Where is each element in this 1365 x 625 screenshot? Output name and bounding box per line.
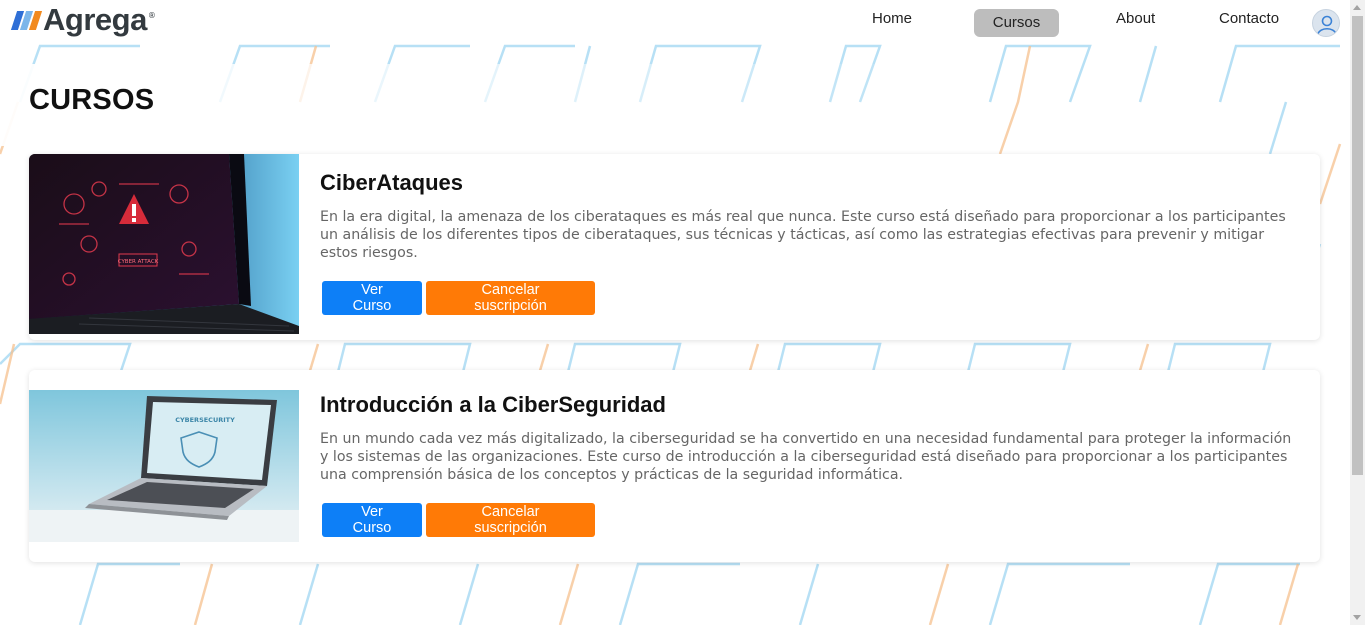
nav-about[interactable]: About [1098,9,1173,37]
course-description: En un mundo cada vez más digitalizado, l… [320,431,1292,483]
course-actions: Ver Curso Cancelar suscripción [322,503,595,537]
course-title: Introducción a la CiberSeguridad [320,392,666,417]
course-description: En la era digital, la amenaza de los cib… [320,209,1286,261]
nav-contacto[interactable]: Contacto [1201,9,1297,37]
cancel-subscription-button[interactable]: Cancelar suscripción [426,281,595,315]
course-card: CYBER ATTACK CiberAtaques En la era digi… [29,154,1320,340]
cybersecurity-label: CYBERSECURITY [175,416,235,424]
user-avatar-icon[interactable] [1312,9,1340,37]
scroll-down-icon[interactable] [1353,615,1361,620]
course-image-cyberattack: CYBER ATTACK [29,154,299,334]
course-card: CYBERSECURITY Introducción a la CiberSeg… [29,370,1320,562]
page-title: CURSOS [29,84,155,116]
scroll-up-icon[interactable] [1353,5,1361,10]
course-actions: Ver Curso Cancelar suscripción [322,281,595,315]
view-course-button[interactable]: Ver Curso [322,281,422,315]
page-scrollbar[interactable] [1350,0,1365,625]
course-card-body: CiberAtaques En la era digital, la amena… [320,170,1304,262]
registered-mark: ® [147,11,156,20]
title-band [0,64,1350,146]
brand-logo[interactable]: Agrega ® [10,2,156,37]
logo-stripes-icon [10,10,43,30]
course-title: CiberAtaques [320,170,464,195]
view-course-button[interactable]: Ver Curso [322,503,422,537]
brand-name: Agrega [43,2,147,37]
course-card-body: Introducción a la CiberSeguridad En un m… [320,392,1304,484]
cancel-subscription-button[interactable]: Cancelar suscripción [426,503,595,537]
nav-home[interactable]: Home [854,9,930,37]
top-navigation-bar: Agrega ® Home Cursos About Contacto [0,0,1350,44]
cyber-attack-label: CYBER ATTACK [118,259,159,265]
nav-cursos[interactable]: Cursos [974,9,1059,37]
course-image-cybersecurity: CYBERSECURITY [29,390,299,542]
scrollbar-thumb[interactable] [1352,16,1363,475]
